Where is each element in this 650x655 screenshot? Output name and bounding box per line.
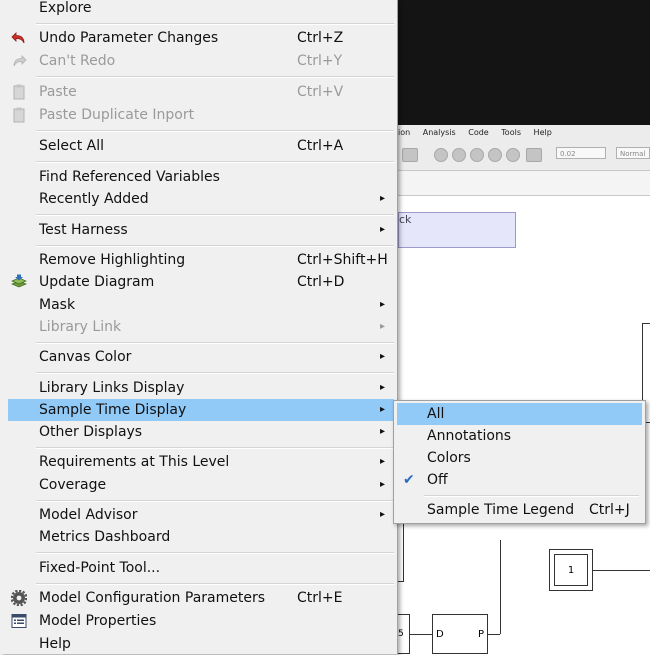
submenu-item-sample-time-legend[interactable]: Sample Time Legend Ctrl+J xyxy=(397,499,642,521)
sim-stop-time-field[interactable]: 0.02 xyxy=(556,147,606,159)
step-forward-icon[interactable] xyxy=(488,148,502,162)
menu-separator xyxy=(36,76,394,78)
menu-item-cant-redo: Can't Redo Ctrl+Y xyxy=(8,50,394,72)
run-icon[interactable] xyxy=(470,148,484,162)
menu-item-explore[interactable]: Explore xyxy=(8,0,394,19)
scope-icon[interactable] xyxy=(526,148,542,162)
paste-duplicate-icon xyxy=(10,107,28,123)
gear-icon xyxy=(10,590,28,606)
context-menu: Explore Undo Parameter Changes Ctrl+Z Ca… xyxy=(0,0,398,654)
menu-item-other-displays[interactable]: Other Displays ▸ xyxy=(8,421,394,443)
menu-item-paste: Paste Ctrl+V xyxy=(8,81,394,103)
sample-time-display-submenu: All Annotations Colors ✔ Off Sample Time… xyxy=(393,400,646,524)
submenu-arrow-icon: ▸ xyxy=(379,299,385,310)
menu-separator xyxy=(36,583,394,585)
pid-port-in: D xyxy=(436,629,444,640)
menu-item-recently-added[interactable]: Recently Added ▸ xyxy=(8,188,394,210)
menu-item-fixed-point-tool[interactable]: Fixed-Point Tool... xyxy=(8,557,394,579)
step-back-icon[interactable] xyxy=(434,148,448,162)
submenu-arrow-icon: ▸ xyxy=(379,321,385,332)
gain-block[interactable]: 5 xyxy=(398,614,410,654)
menu-separator xyxy=(36,500,394,502)
signal-line-vertical xyxy=(500,540,501,634)
submenu-arrow-icon: ▸ xyxy=(379,479,385,490)
canvas-block-mid[interactable] xyxy=(398,520,404,582)
menubar-code[interactable]: Code xyxy=(468,128,488,137)
pid-block[interactable]: D P xyxy=(432,614,488,654)
submenu-arrow-icon: ▸ xyxy=(379,456,385,467)
menu-separator xyxy=(36,342,394,344)
submenu-item-colors[interactable]: Colors xyxy=(397,447,642,469)
submenu-item-annotations[interactable]: Annotations xyxy=(397,425,642,447)
editor-toolstrip: 0.02 Normal xyxy=(398,146,650,164)
submenu-arrow-icon: ▸ xyxy=(379,509,385,520)
pid-port-out: P xyxy=(477,629,484,640)
menu-item-remove-highlighting[interactable]: Remove Highlighting Ctrl+Shift+H xyxy=(8,249,394,271)
menubar-analysis[interactable]: Analysis xyxy=(423,128,456,137)
canvas-annotation[interactable]: ck xyxy=(398,212,516,248)
menu-item-metrics-dashboard[interactable]: Metrics Dashboard xyxy=(8,526,394,548)
constant-block[interactable]: 1 xyxy=(549,549,593,591)
constant-value: 1 xyxy=(554,554,588,586)
editor-address-bar xyxy=(398,171,650,196)
menu-separator xyxy=(36,372,394,374)
step-back2-icon[interactable] xyxy=(452,148,466,162)
menubar-tools[interactable]: Tools xyxy=(501,128,521,137)
redo-icon xyxy=(10,53,28,69)
menu-separator xyxy=(36,161,394,163)
menu-separator xyxy=(36,23,394,25)
submenu-arrow-icon: ▸ xyxy=(379,382,385,393)
menu-separator xyxy=(36,214,394,216)
menu-item-requirements-at-this-level[interactable]: Requirements at This Level ▸ xyxy=(8,451,394,473)
menu-item-sample-time-display[interactable]: Sample Time Display ▸ xyxy=(8,399,394,421)
menu-item-paste-duplicate-inport: Paste Duplicate Inport xyxy=(8,104,394,126)
menu-item-model-properties[interactable]: Model Properties xyxy=(8,610,394,632)
menu-item-coverage[interactable]: Coverage ▸ xyxy=(8,474,394,496)
submenu-arrow-icon: ▸ xyxy=(379,404,385,415)
library-browser-icon[interactable] xyxy=(402,148,418,162)
properties-icon xyxy=(10,613,28,629)
undo-icon xyxy=(10,30,28,46)
menu-separator xyxy=(36,447,394,449)
menu-item-library-links-display[interactable]: Library Links Display ▸ xyxy=(8,377,394,399)
submenu-item-all[interactable]: All xyxy=(397,403,642,425)
submenu-arrow-icon: ▸ xyxy=(379,426,385,437)
menu-item-help[interactable]: Help xyxy=(8,633,394,655)
checkmark-icon: ✔ xyxy=(403,472,415,488)
menu-item-undo-parameter-changes[interactable]: Undo Parameter Changes Ctrl+Z xyxy=(8,27,394,49)
update-diagram-icon xyxy=(10,274,28,290)
menu-separator xyxy=(36,245,394,247)
menu-item-canvas-color[interactable]: Canvas Color ▸ xyxy=(8,346,394,368)
menu-item-mask[interactable]: Mask ▸ xyxy=(8,294,394,316)
sim-mode-select[interactable]: Normal xyxy=(616,147,650,159)
menu-separator xyxy=(36,552,394,554)
signal-line-pid-in xyxy=(410,634,432,635)
menu-item-model-configuration-parameters[interactable]: Model Configuration Parameters Ctrl+E xyxy=(8,587,394,609)
menu-item-update-diagram[interactable]: Update Diagram Ctrl+D xyxy=(8,271,394,293)
submenu-item-off[interactable]: ✔ Off xyxy=(397,469,642,491)
menu-item-test-harness[interactable]: Test Harness ▸ xyxy=(8,219,394,241)
submenu-arrow-icon: ▸ xyxy=(379,193,385,204)
submenu-arrow-icon: ▸ xyxy=(379,351,385,362)
paste-icon xyxy=(10,84,28,100)
menu-item-find-referenced-variables[interactable]: Find Referenced Variables xyxy=(8,166,394,188)
menubar-help[interactable]: Help xyxy=(534,128,552,137)
menu-separator xyxy=(36,130,394,132)
menu-item-library-link: Library Link ▸ xyxy=(8,316,394,338)
stop-icon[interactable] xyxy=(506,148,520,162)
signal-line-pid-out xyxy=(488,634,500,635)
signal-line xyxy=(593,570,650,571)
menubar-simulation[interactable]: ion xyxy=(398,128,410,137)
menu-item-model-advisor[interactable]: Model Advisor ▸ xyxy=(8,504,394,526)
submenu-arrow-icon: ▸ xyxy=(379,224,385,235)
editor-menubar: ion Analysis Code Tools Help xyxy=(398,128,650,142)
submenu-separator xyxy=(424,495,639,497)
menu-item-select-all[interactable]: Select All Ctrl+A xyxy=(8,135,394,157)
